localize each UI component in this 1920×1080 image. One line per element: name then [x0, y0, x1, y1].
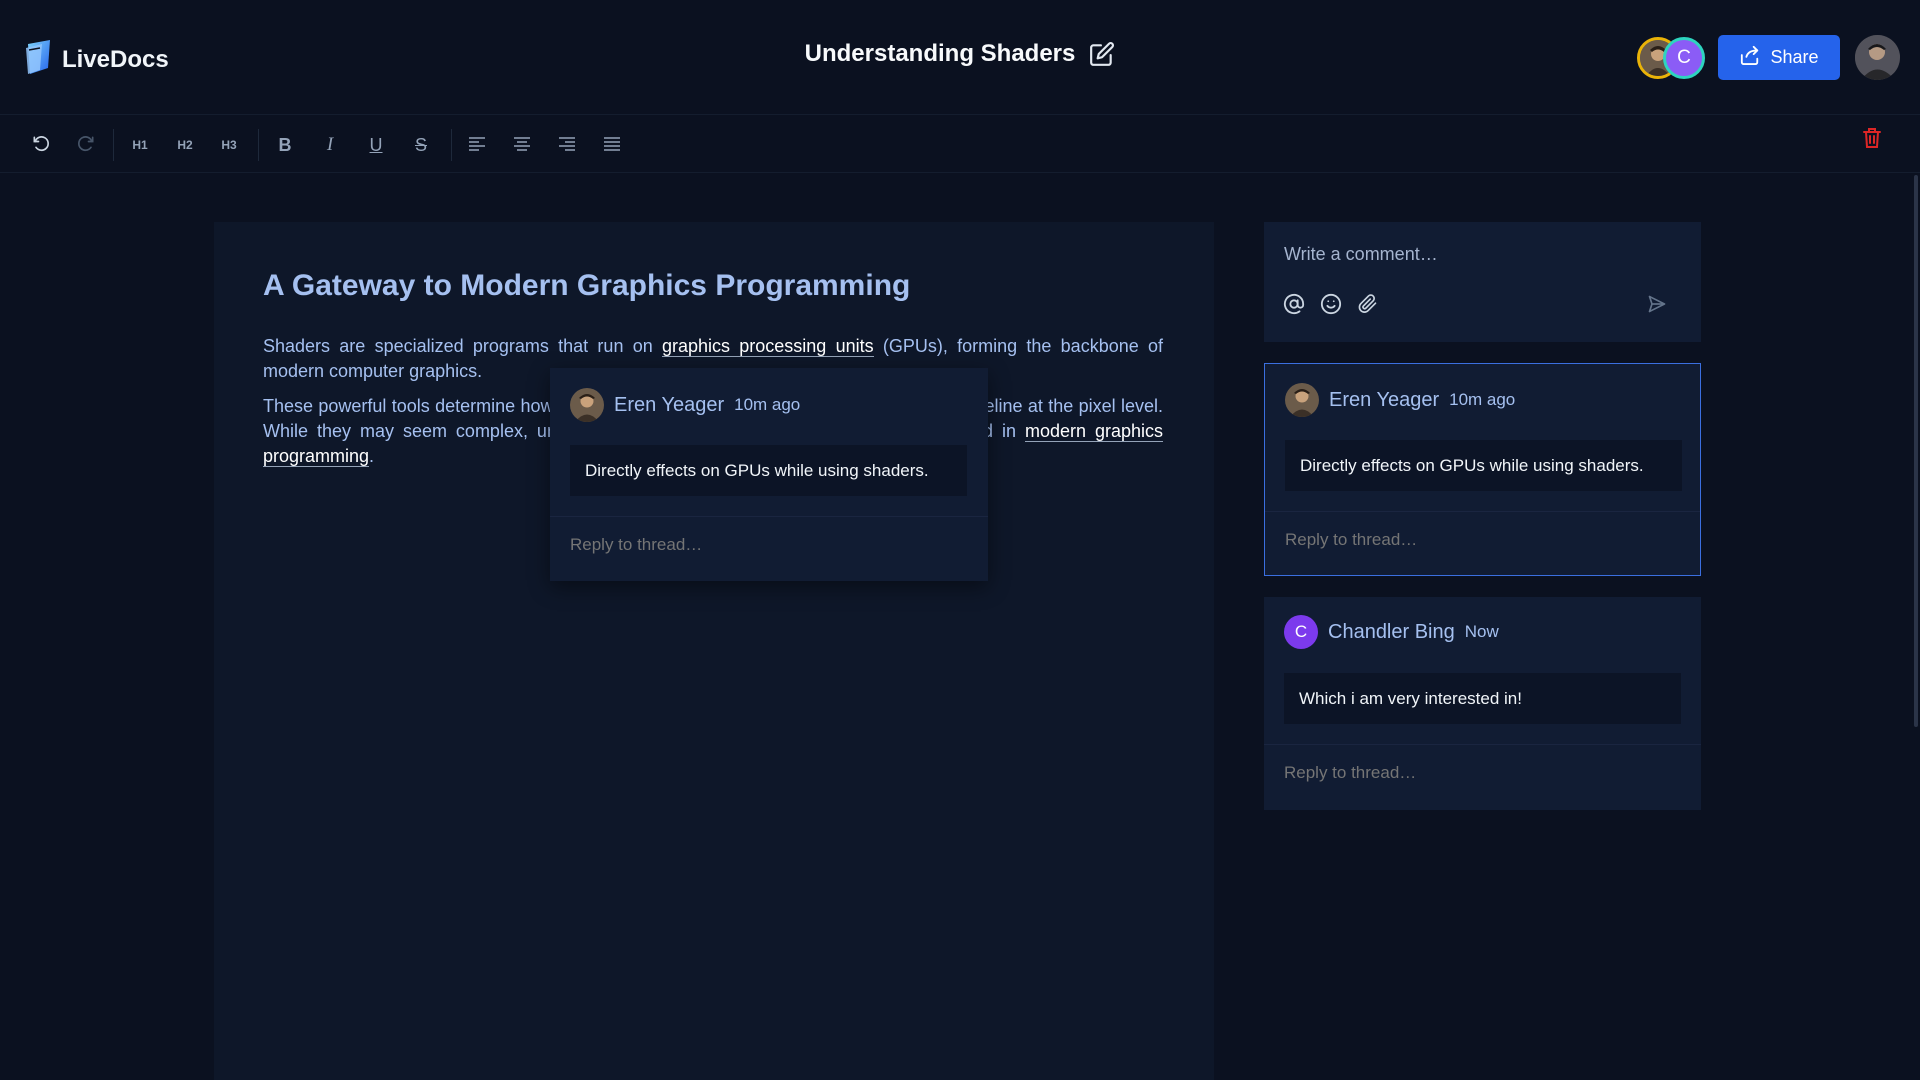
underline-button[interactable]: U [361, 130, 391, 160]
align-left-icon [468, 136, 486, 155]
document-heading[interactable]: A Gateway to Modern Graphics Programming [263, 269, 910, 303]
mention-icon[interactable] [1281, 291, 1307, 317]
comment-thread[interactable]: Eren Yeager 10m ago Directly effects on … [1264, 363, 1701, 576]
thread-divider [1264, 744, 1701, 745]
redo-button[interactable] [71, 130, 101, 160]
comment-input[interactable] [1284, 244, 1664, 265]
comment-author-avatar: C [1284, 615, 1318, 649]
document-editor[interactable]: A Gateway to Modern Graphics Programming… [214, 222, 1214, 1080]
delete-document-icon[interactable] [1862, 127, 1882, 154]
comment-body: Which i am very interested in! [1284, 673, 1681, 724]
heading-2-button[interactable]: H2 [170, 130, 200, 160]
toolbar-divider [113, 129, 114, 161]
document-title-area: Understanding Shaders [0, 40, 1920, 68]
document-title[interactable]: Understanding Shaders [805, 40, 1076, 68]
comment-header: Eren Yeager 10m ago [570, 388, 800, 422]
heading-1-button[interactable]: H1 [125, 130, 155, 160]
toolbar-divider [258, 129, 259, 161]
strikethrough-button[interactable]: S [406, 130, 436, 160]
align-justify-button[interactable] [597, 130, 627, 160]
comment-author-avatar [1285, 383, 1319, 417]
edit-title-icon[interactable] [1089, 41, 1115, 67]
app-header: LiveDocs Understanding Shaders C Share [0, 0, 1920, 115]
share-icon [1739, 45, 1761, 70]
comment-thread[interactable]: C Chandler Bing Now Which i am very inte… [1264, 597, 1701, 810]
formatting-toolbar: H1 H2 H3 B I U S [0, 116, 1920, 173]
comment-timestamp: 10m ago [1449, 390, 1516, 409]
redo-icon [76, 134, 96, 157]
current-user-avatar[interactable] [1855, 35, 1900, 80]
thread-divider [550, 516, 988, 517]
share-button-label: Share [1770, 47, 1819, 67]
comment-composer [1264, 222, 1701, 342]
emoji-icon[interactable] [1318, 291, 1344, 317]
reply-input[interactable] [1284, 763, 1664, 783]
undo-button[interactable] [26, 130, 56, 160]
comment-author: Eren Yeager [1329, 388, 1440, 411]
share-button[interactable]: Share [1718, 35, 1840, 80]
collaborator-avatar-chandler[interactable]: C [1663, 37, 1705, 79]
comment-header: C Chandler Bing Now [1284, 615, 1499, 649]
comment-timestamp: 10m ago [734, 395, 801, 414]
commented-text-highlight[interactable]: graphics processing units [661, 336, 874, 357]
undo-icon [31, 134, 51, 157]
align-right-icon [558, 136, 576, 155]
align-center-icon [513, 136, 531, 155]
scrollbar-thumb[interactable] [1914, 175, 1918, 727]
send-icon[interactable] [1644, 291, 1670, 317]
attachment-icon[interactable] [1355, 291, 1381, 317]
comment-thread-popover: Eren Yeager 10m ago Directly effects on … [550, 368, 988, 581]
comment-body: Directly effects on GPUs while using sha… [1285, 440, 1682, 491]
comment-author: Eren Yeager [614, 393, 725, 416]
align-left-button[interactable] [462, 130, 492, 160]
comment-header: Eren Yeager 10m ago [1285, 383, 1515, 417]
thread-divider [1265, 511, 1700, 512]
toolbar-divider [451, 129, 452, 161]
align-justify-icon [603, 136, 621, 155]
reply-input[interactable] [570, 535, 950, 555]
comment-author-avatar [570, 388, 604, 422]
align-center-button[interactable] [507, 130, 537, 160]
heading-3-button[interactable]: H3 [214, 130, 244, 160]
comment-timestamp: Now [1464, 622, 1499, 641]
align-right-button[interactable] [552, 130, 582, 160]
comment-author: Chandler Bing [1328, 620, 1455, 643]
presence-avatars: C [1637, 37, 1705, 79]
reply-input[interactable] [1285, 530, 1665, 550]
bold-button[interactable]: B [270, 130, 300, 160]
comment-body: Directly effects on GPUs while using sha… [570, 445, 967, 496]
italic-button[interactable]: I [315, 130, 345, 160]
